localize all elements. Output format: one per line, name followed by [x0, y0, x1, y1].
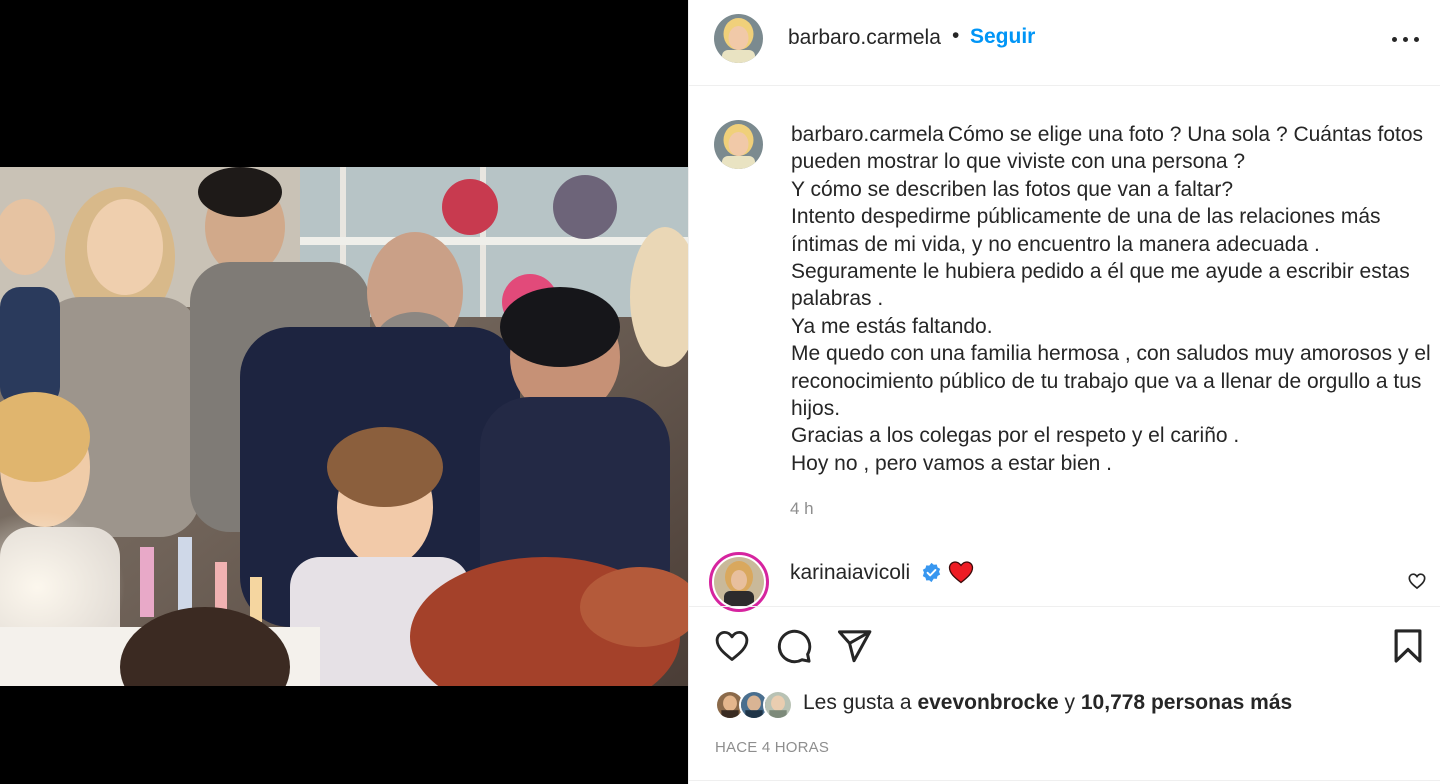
- caption-line: barbaro.carmela Cómo se elige una foto ? …: [791, 121, 1433, 176]
- caption-line: Ya me estás faltando.: [791, 314, 993, 338]
- comment-like-heart-icon[interactable]: [1407, 571, 1427, 591]
- more-options-icon[interactable]: [1389, 24, 1423, 52]
- liker-avatar[interactable]: [763, 690, 793, 720]
- divider: [689, 780, 1440, 781]
- commenter-username[interactable]: karinaiavicoli: [790, 561, 910, 585]
- heart-icon[interactable]: [713, 627, 751, 665]
- red-heart-emoji: [948, 561, 974, 584]
- follow-button[interactable]: Seguir: [970, 25, 1035, 49]
- caption-line: Seguramente le hubiera pedido a él que m…: [791, 260, 1410, 311]
- caption-author-avatar[interactable]: [714, 120, 763, 169]
- post-caption: barbaro.carmela Cómo se elige una foto ? …: [791, 121, 1433, 477]
- likes-summary: Les gusta a evevonbrocke y 10,778 person…: [715, 688, 1435, 722]
- post-detail-panel: barbaro.carmela • Seguir barbaro.carmela…: [688, 0, 1440, 784]
- caption-username[interactable]: barbaro.carmela: [791, 123, 944, 146]
- likes-joiner: y: [1064, 691, 1076, 714]
- caption-line: Me quedo con una familia hermosa , con s…: [791, 342, 1431, 421]
- caption-age[interactable]: 4 h: [790, 499, 814, 519]
- post-timestamp[interactable]: HACE 4 HORAS: [715, 739, 829, 756]
- caption-line: Y cómo se describen las fotos que van a …: [791, 177, 1234, 201]
- likes-count-link[interactable]: 10,778 personas más: [1081, 691, 1292, 714]
- post-photo[interactable]: [0, 167, 688, 686]
- top-liker-link[interactable]: evevonbrocke: [917, 691, 1058, 714]
- post-action-bar: [689, 606, 1440, 684]
- likes-prefix: Les gusta a: [803, 691, 912, 714]
- post-header: barbaro.carmela • Seguir: [689, 0, 1440, 86]
- post-photo-image: [0, 167, 688, 686]
- verified-badge-icon: [922, 562, 941, 583]
- likes-text: Les gusta a evevonbrocke y 10,778 person…: [803, 691, 1292, 715]
- author-username[interactable]: barbaro.carmela: [788, 26, 941, 50]
- caption-line: Hoy no , pero vamos a estar bien .: [791, 451, 1112, 475]
- liker-avatars[interactable]: [715, 690, 795, 722]
- caption-line: Gracias a los colegas por el respeto y e…: [791, 424, 1240, 448]
- header-separator: •: [952, 24, 960, 47]
- share-icon[interactable]: [835, 627, 873, 665]
- bookmark-icon[interactable]: [1389, 627, 1427, 665]
- post-media-panel: [0, 0, 688, 784]
- author-avatar[interactable]: [714, 14, 763, 63]
- comment-icon[interactable]: [775, 627, 813, 665]
- commenter-avatar[interactable]: [709, 552, 769, 612]
- caption-line: Intento despedirme públicamente de una d…: [791, 205, 1381, 256]
